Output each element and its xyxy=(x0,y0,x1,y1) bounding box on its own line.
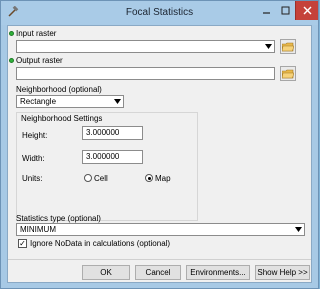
ok-button[interactable]: OK xyxy=(82,265,130,280)
output-raster-field[interactable] xyxy=(16,67,275,80)
minimize-icon xyxy=(263,12,270,14)
input-raster-combobox[interactable] xyxy=(16,40,275,53)
width-label: Width: xyxy=(22,154,45,163)
input-raster-label: Input raster xyxy=(16,29,57,38)
close-button[interactable] xyxy=(295,1,318,20)
neighborhood-label: Neighborhood (optional) xyxy=(16,85,102,94)
focal-statistics-window: Focal Statistics Input raster Output ras… xyxy=(0,0,319,289)
divider xyxy=(8,259,311,260)
units-map-label[interactable]: Map xyxy=(155,174,171,183)
folder-icon xyxy=(282,69,294,78)
units-map-radio[interactable] xyxy=(145,174,153,182)
output-raster-label: Output raster xyxy=(16,56,63,65)
statistics-type-select[interactable]: MINIMUM xyxy=(16,223,305,236)
ignore-nodata-label[interactable]: Ignore NoData in calculations (optional) xyxy=(30,239,170,248)
environments-button[interactable]: Environments... xyxy=(186,265,250,280)
units-cell-label[interactable]: Cell xyxy=(94,174,108,183)
statistics-type-selected-value: MINIMUM xyxy=(20,225,56,234)
required-indicator xyxy=(9,58,14,63)
units-label: Units: xyxy=(22,174,43,183)
input-raster-browse-button[interactable] xyxy=(280,39,296,54)
maximize-button[interactable] xyxy=(276,1,295,20)
chevron-down-icon[interactable] xyxy=(263,42,273,51)
ignore-nodata-checkbox[interactable]: ✓ xyxy=(18,239,27,248)
neighborhood-selected-value: Rectangle xyxy=(20,97,57,106)
close-icon xyxy=(303,6,311,15)
maximize-icon xyxy=(281,6,290,15)
folder-icon xyxy=(282,42,294,51)
height-label: Height: xyxy=(22,131,48,140)
statistics-type-label: Statistics type (optional) xyxy=(16,214,101,223)
required-indicator xyxy=(9,31,14,36)
show-help-button[interactable]: Show Help >> xyxy=(255,265,310,280)
chevron-down-icon[interactable] xyxy=(293,225,303,234)
title-bar: Focal Statistics xyxy=(1,1,318,25)
neighborhood-settings-title: Neighborhood Settings xyxy=(21,114,103,123)
height-input[interactable]: 3.000000 xyxy=(82,126,143,140)
dialog-body: Input raster Output raster Neighborhood … xyxy=(7,25,312,283)
chevron-down-icon[interactable] xyxy=(112,97,122,106)
output-raster-browse-button[interactable] xyxy=(280,66,296,81)
units-cell-radio[interactable] xyxy=(84,174,92,182)
minimize-button[interactable] xyxy=(257,1,276,20)
cancel-button[interactable]: Cancel xyxy=(135,265,181,280)
neighborhood-select[interactable]: Rectangle xyxy=(16,95,124,108)
width-input[interactable]: 3.000000 xyxy=(82,150,143,164)
